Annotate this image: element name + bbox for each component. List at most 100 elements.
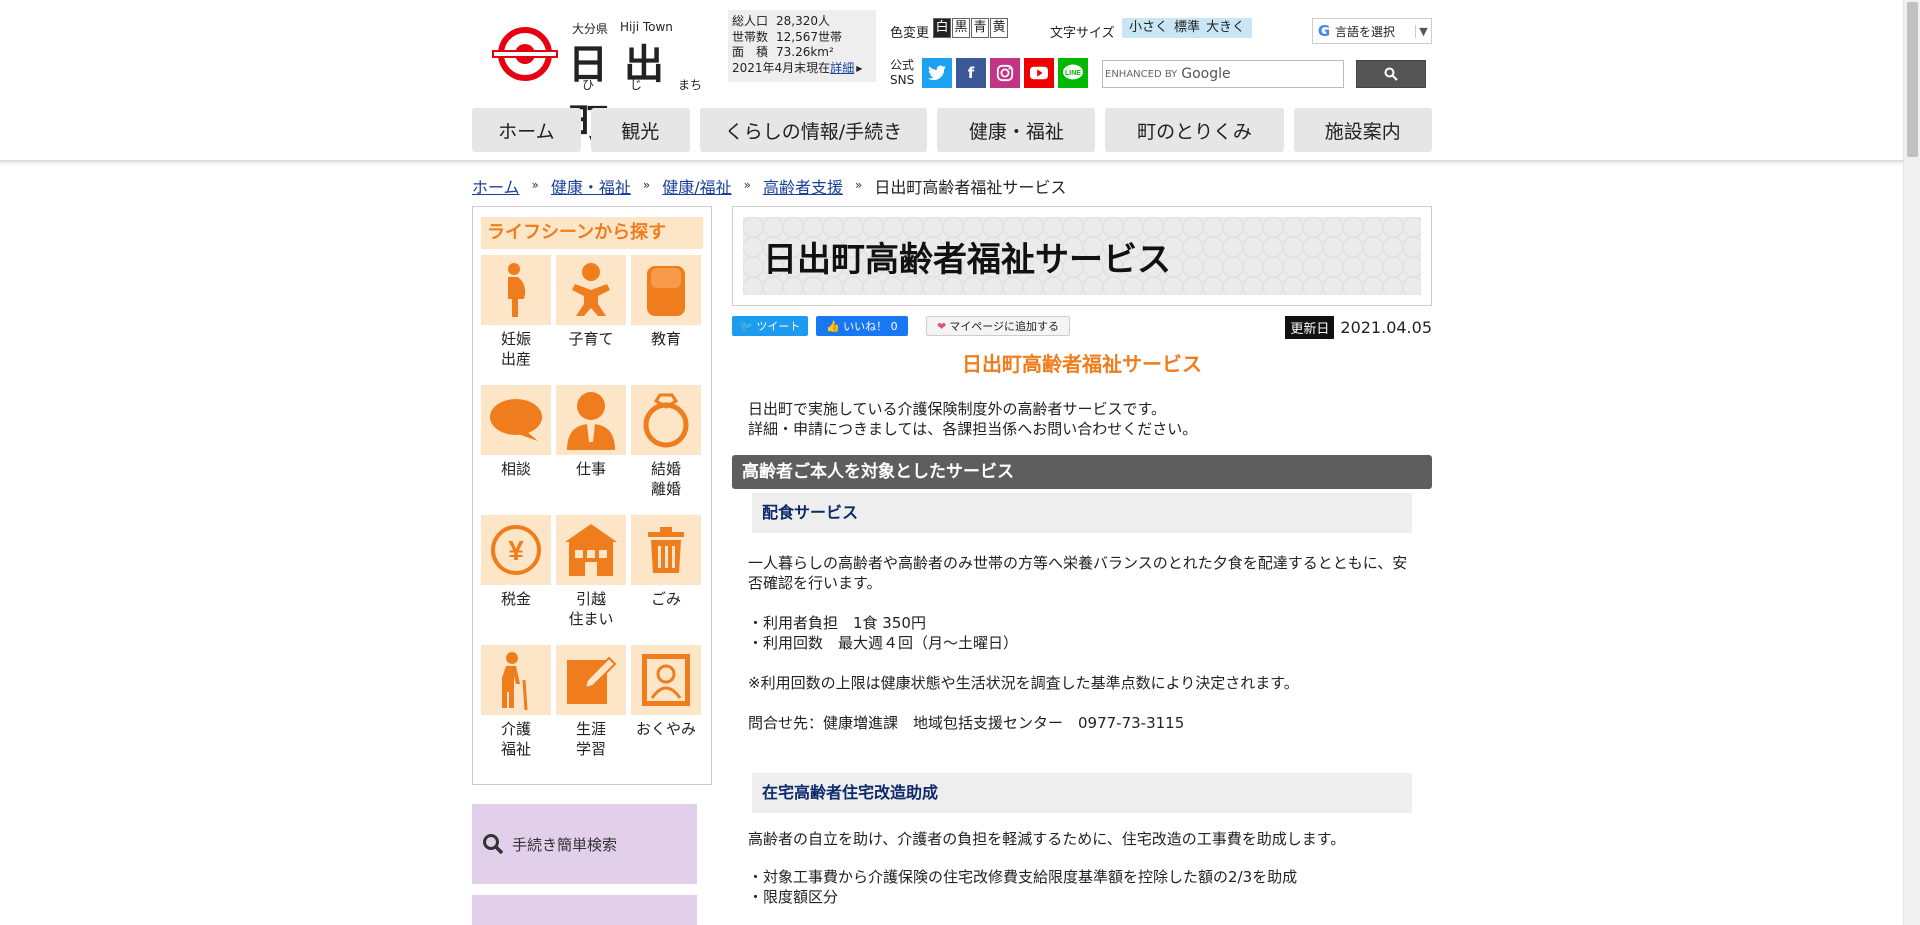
scene-label: 生涯 学習 (575, 720, 606, 758)
stat-date: 2021年4月末現在 (732, 60, 831, 75)
nav-town-initiatives[interactable]: 町のとりくみ (1105, 108, 1284, 152)
procedure-search-banner[interactable]: 手続き簡単検索 (472, 804, 697, 884)
breadcrumb-health[interactable]: 健康/福祉 (662, 174, 731, 198)
nav-living[interactable]: くらしの情報/手続き (699, 108, 928, 152)
population-stats: 総人口 28,320人 世帯数 12,567世帯 面 積 73.26km² 2021年… (728, 10, 876, 82)
color-blue-button[interactable]: 青 (971, 18, 989, 38)
search-google-label: Google (1181, 66, 1231, 82)
scene-marriage[interactable]: 結婚 離婚 (631, 385, 701, 515)
site-search-input[interactable]: ENHANCED BY Google (1102, 60, 1344, 88)
global-nav: ホーム 観光 くらしの情報/手続き 健康・福祉 町のとりくみ 施設案内 (472, 108, 1432, 152)
breadcrumb-elderly-support[interactable]: 高齢者支援 (763, 174, 843, 198)
twitter-icon[interactable] (922, 58, 952, 88)
scene-moving[interactable]: 引越 住まい (556, 515, 626, 645)
svg-text:¥: ¥ (508, 535, 524, 566)
trash-icon (631, 515, 701, 585)
color-yellow-button[interactable]: 黄 (990, 18, 1008, 38)
procedure-search-inner: 手続き簡単検索 (472, 804, 697, 884)
page-scrollbar[interactable] (1903, 0, 1920, 925)
line-icon[interactable]: LINE (1058, 58, 1088, 88)
scene-consultation[interactable]: 相談 (481, 385, 551, 515)
section-heading: 高齢者ご本人を対象としたサービス (732, 455, 1432, 489)
yen-icon: ¥ (481, 515, 551, 585)
kana-ji: じ (629, 78, 642, 92)
breadcrumb: ホーム » 健康・福祉 » 健康/福祉 » 高齢者支援 » 日出町高齢者福祉サー… (472, 174, 1066, 198)
updated-date: 更新日 2021.04.05 (1285, 316, 1432, 339)
scene-label: 介護 福祉 (500, 720, 531, 758)
scene-education[interactable]: 教育 (631, 255, 701, 385)
stat-value: 12,567世帯 (776, 29, 842, 44)
sns-links: f LINE (922, 58, 1088, 88)
breadcrumb-separator-icon: » (743, 178, 751, 192)
nav-facilities[interactable]: 施設案内 (1293, 108, 1432, 152)
facebook-icon[interactable]: f (956, 58, 986, 88)
nav-tourism[interactable]: 観光 (590, 108, 690, 152)
instagram-icon[interactable] (990, 58, 1020, 88)
color-black-button[interactable]: 黒 (952, 18, 970, 38)
google-icon: G (1317, 22, 1331, 40)
search-button[interactable] (1356, 60, 1426, 88)
font-large-button[interactable]: 大きく (1203, 18, 1248, 38)
language-select[interactable]: G 言語を選択 ▼ (1312, 18, 1432, 44)
portrait-icon (631, 645, 701, 715)
youtube-icon[interactable] (1024, 58, 1054, 88)
service-heading: 配食サービス (752, 493, 1412, 533)
scrollbar-thumb[interactable] (1907, 2, 1918, 157)
site-logo[interactable]: 大分県 Hiji Town 日出町 ひ じ まち (492, 18, 712, 146)
town-emblem-icon (492, 27, 558, 81)
procedure-search-label: 手続き簡単検索 (512, 835, 618, 854)
scene-label: 相談 (500, 460, 531, 478)
site-header: 大分県 Hiji Town 日出町 ひ じ まち 総人口 28,320人 世帯数 1… (0, 0, 1904, 162)
nav-home[interactable]: ホーム (472, 108, 581, 152)
service-note: ※利用回数の上限は健康状態や生活状況を調査した基準点数により決定されます。 (748, 674, 1299, 692)
facebook-like-button[interactable]: 👍 いいね！ 0 (816, 316, 908, 336)
intro-line: 詳細・申請につきましては、各課担当係へお問い合わせください。 (748, 420, 1198, 438)
scene-label: 引越 住まい (568, 590, 614, 628)
font-small-button[interactable]: 小さく (1126, 18, 1171, 38)
tweet-label: ツイート (756, 320, 801, 333)
sidebar-banner-2[interactable] (472, 895, 697, 925)
color-change-label: 色変更 (890, 26, 930, 41)
font-normal-button[interactable]: 標準 (1171, 18, 1203, 38)
service-heading: 在宅高齢者住宅改造助成 (752, 773, 1412, 813)
add-to-mypage-button[interactable]: ❤ マイページに追加する (926, 316, 1070, 336)
heart-icon: ❤ (937, 319, 947, 333)
share-row: 🐦 ツイート 👍 いいね！ 0 ❤ マイページに追加する 更新日 2021.04… (732, 316, 1432, 346)
breadcrumb-home[interactable]: ホーム (472, 174, 520, 198)
speech-bubble-icon (481, 385, 551, 455)
service-item: ・限度額区分 (748, 888, 839, 906)
stat-value: 73.26km² (776, 45, 834, 59)
stat-row: 面 積 73.26km² (732, 45, 872, 61)
scene-childcare[interactable]: 子育て (556, 255, 626, 385)
scene-condolence[interactable]: おくやみ (631, 645, 701, 775)
scene-lifelong-learning[interactable]: 生涯 学習 (556, 645, 626, 775)
scene-tax[interactable]: ¥ 税金 (481, 515, 551, 645)
sns-label: 公式 SNS (890, 58, 915, 87)
breadcrumb-separator-icon: » (855, 178, 863, 192)
nav-health-welfare[interactable]: 健康・福祉 (937, 108, 1096, 152)
page-title-inner: 日出町高齢者福祉サービス (743, 217, 1421, 295)
house-icon (556, 515, 626, 585)
color-white-button[interactable]: 白 (933, 18, 951, 38)
intro-text: 日出町で実施している介護保険制度外の高齢者サービスです。 詳細・申請につきまして… (748, 399, 1432, 439)
scene-work[interactable]: 仕事 (556, 385, 626, 515)
service-description: 高齢者の自立を助け、介護者の負担を軽減するために、住宅改造の工事費を助成します。 (748, 830, 1346, 848)
scene-garbage[interactable]: ごみ (631, 515, 701, 645)
life-scene-panel: ライフシーンから探す 妊娠 出産 子育て 教育 相談 仕事 結婚 離婚 ¥ 税金… (472, 206, 712, 785)
ring-icon (631, 385, 701, 455)
stats-detail-link[interactable]: 詳細 (830, 61, 854, 77)
stat-key: 世帯数 (732, 29, 769, 44)
stat-value: 28,320人 (776, 14, 830, 28)
scene-label: 結婚 離婚 (650, 460, 681, 498)
search-enhanced-label: ENHANCED BY (1105, 68, 1178, 80)
page-title: 日出町高齢者福祉サービス (763, 239, 1171, 280)
scene-care-welfare[interactable]: 介護 福祉 (481, 645, 551, 775)
tweet-button[interactable]: 🐦 ツイート (732, 316, 808, 336)
breadcrumb-health-welfare[interactable]: 健康・福祉 (551, 174, 631, 198)
service-description: 一人暮らしの高齢者や高齢者のみ世帯の方等へ栄養バランスのとれた夕食を配達するとと… (748, 554, 1408, 592)
scene-label: 妊娠 出産 (500, 330, 531, 368)
twitter-icon: 🐦 (739, 319, 754, 333)
elderly-icon (481, 645, 551, 715)
scene-pregnancy[interactable]: 妊娠 出産 (481, 255, 551, 385)
like-label: いいね！ 0 (843, 320, 898, 333)
